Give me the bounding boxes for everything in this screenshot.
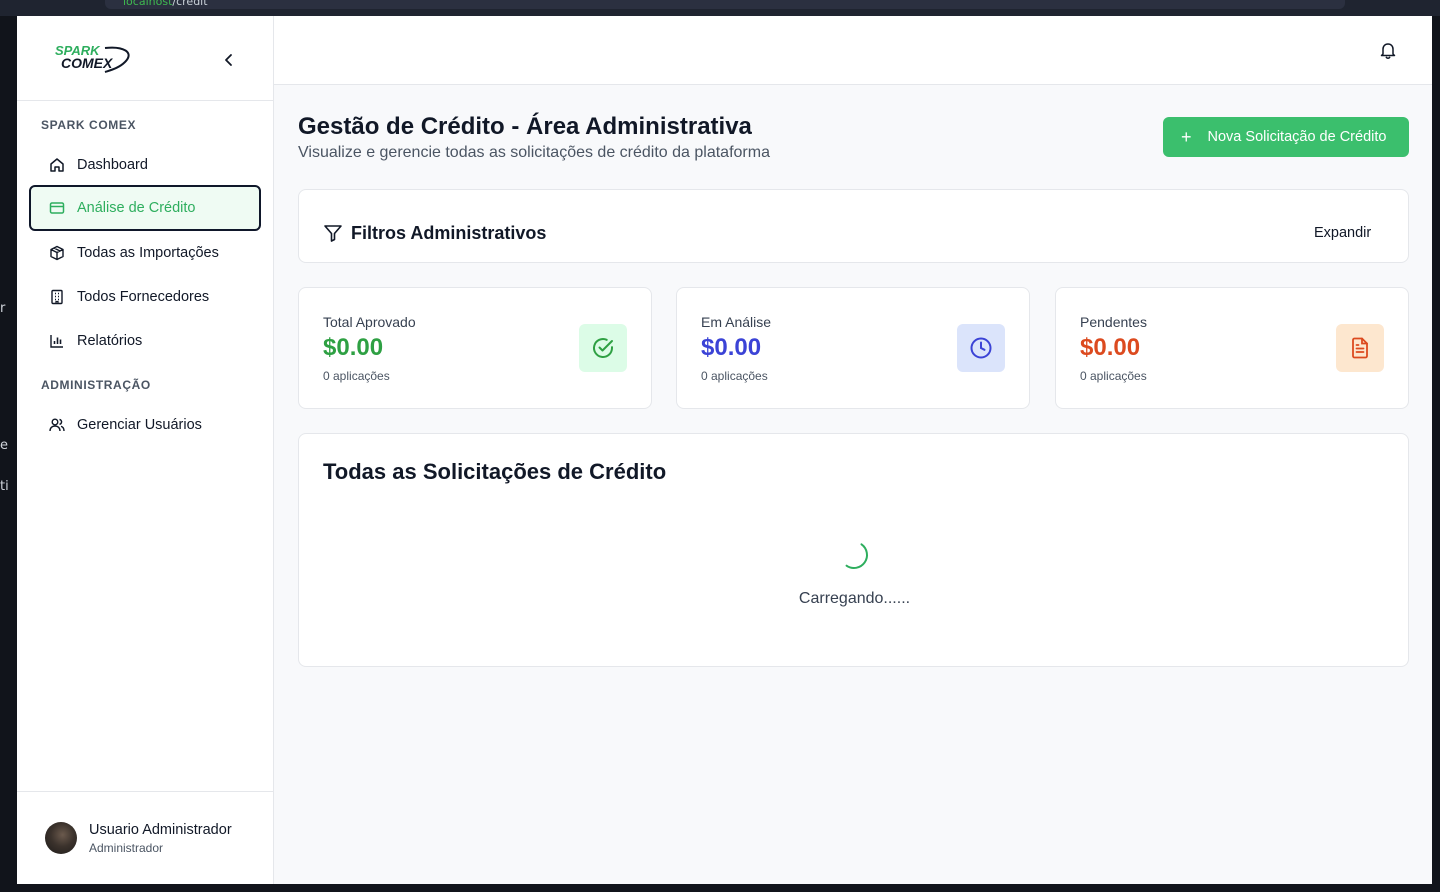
top-bar — [274, 16, 1432, 85]
app-root: SPARK COMEX SPARK COMEX Dashboard Anális… — [17, 16, 1432, 884]
sidebar-item-imports[interactable]: Todas as Importações — [29, 230, 261, 276]
package-icon — [49, 245, 65, 261]
sidebar-item-credit-analysis[interactable]: Análise de Crédito — [29, 185, 261, 231]
sidebar-item-label: Todas as Importações — [77, 245, 219, 261]
filters-title: Filtros Administrativos — [351, 223, 547, 243]
sidebar: SPARK COMEX SPARK COMEX Dashboard Anális… — [17, 16, 274, 884]
sidebar-item-suppliers[interactable]: Todos Fornecedores — [29, 274, 261, 320]
user-name: Usuario Administrador — [89, 822, 232, 838]
stat-label: Total Aprovado — [323, 314, 416, 330]
sidebar-item-dashboard[interactable]: Dashboard — [29, 142, 261, 188]
filter-icon — [324, 225, 342, 242]
stat-card-pending: Pendentes $0.00 0 aplicações — [1055, 287, 1409, 409]
address-bar[interactable]: localhost/credit — [105, 0, 1345, 9]
loading-text: Carregando...... — [798, 590, 911, 607]
credit-card-icon — [49, 200, 65, 216]
stat-count: 0 aplicações — [701, 369, 768, 383]
check-circle-icon — [579, 324, 627, 372]
admin-filters-panel: Filtros Administrativos Expandir — [298, 189, 1409, 263]
sidebar-item-label: Análise de Crédito — [77, 200, 196, 216]
collapse-sidebar-button[interactable] — [217, 48, 241, 72]
new-credit-request-label: Nova Solicitação de Crédito — [1207, 129, 1387, 145]
stat-label: Pendentes — [1080, 314, 1147, 330]
sidebar-item-label: Relatórios — [77, 333, 143, 349]
url-path: /credit — [172, 0, 208, 8]
main-content: Gestão de Crédito - Área Administrativa … — [274, 16, 1432, 884]
user-role: Administrador — [89, 841, 164, 855]
new-credit-request-button[interactable]: + Nova Solicitação de Crédito — [1163, 117, 1409, 157]
expand-filters-button[interactable]: Expandir — [1314, 225, 1371, 241]
background-glyph: r — [0, 301, 6, 316]
background-glyph: ti — [0, 479, 9, 494]
bar-chart-icon — [49, 333, 65, 349]
loading-spinner-icon — [845, 543, 868, 569]
credit-requests-panel: Todas as Solicitações de Crédito Carrega… — [298, 433, 1409, 667]
stat-card-approved: Total Aprovado $0.00 0 aplicações — [298, 287, 652, 409]
stat-count: 0 aplicações — [1080, 369, 1147, 383]
sidebar-section-title: ADMINISTRAÇÃO — [41, 378, 151, 392]
url-host: localhost — [123, 0, 173, 8]
browser-toolbar: localhost/credit — [0, 0, 1440, 16]
sidebar-item-label: Dashboard — [77, 157, 148, 173]
sidebar-item-reports[interactable]: Relatórios — [29, 318, 261, 364]
requests-title: Todas as Solicitações de Crédito — [323, 459, 667, 484]
stat-card-in-review: Em Análise $0.00 0 aplicações — [676, 287, 1030, 409]
document-icon — [1336, 324, 1384, 372]
plus-icon: + — [1181, 127, 1192, 147]
avatar[interactable] — [45, 822, 77, 854]
stat-value: $0.00 — [1080, 334, 1141, 361]
stat-value: $0.00 — [323, 334, 384, 361]
background-glyph: e — [0, 438, 8, 453]
sidebar-item-label: Todos Fornecedores — [77, 289, 210, 305]
sidebar-section-title: SPARK COMEX — [41, 118, 137, 132]
home-icon — [49, 157, 65, 173]
window-edge-right — [1432, 16, 1440, 892]
sidebar-item-users[interactable]: Gerenciar Usuários — [29, 402, 261, 448]
stat-count: 0 aplicações — [323, 369, 390, 383]
building-icon — [49, 289, 65, 305]
logo-text-bottom: COMEX — [61, 55, 114, 71]
page-subtitle: Visualize e gerencie todas as solicitaçõ… — [298, 144, 770, 161]
bell-icon[interactable] — [1378, 40, 1398, 60]
stat-label: Em Análise — [701, 314, 772, 330]
background-window-edge: r e ti — [0, 16, 17, 892]
window-edge-bottom — [0, 884, 1440, 892]
clock-icon — [957, 324, 1005, 372]
spark-comex-logo[interactable]: SPARK COMEX — [53, 42, 135, 74]
chevron-left-icon — [225, 54, 232, 66]
page-title: Gestão de Crédito - Área Administrativa — [298, 113, 752, 140]
users-icon — [49, 417, 65, 433]
sidebar-header: SPARK COMEX — [17, 16, 273, 101]
sidebar-item-label: Gerenciar Usuários — [77, 417, 202, 433]
stat-value: $0.00 — [701, 334, 762, 361]
user-profile[interactable]: Usuario Administrador Administrador — [17, 791, 274, 884]
